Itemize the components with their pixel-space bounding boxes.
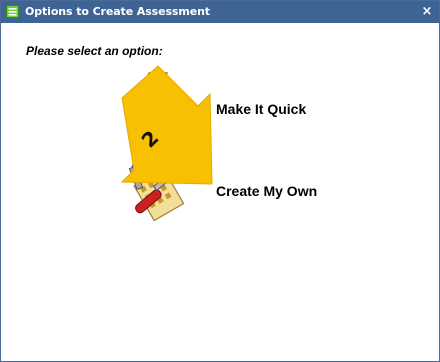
close-icon[interactable]: ×: [419, 3, 435, 21]
dialog-titlebar: Options to Create Assessment ×: [1, 1, 439, 23]
form-icon: [6, 5, 19, 18]
select-option-prompt: Please select an option:: [26, 44, 163, 58]
create-assessment-dialog: Options to Create Assessment × Please se…: [0, 0, 440, 362]
dialog-title: Options to Create Assessment: [25, 5, 210, 18]
create-my-own-option[interactable]: Create My Own: [121, 161, 341, 236]
create-my-own-label[interactable]: Create My Own: [216, 183, 317, 199]
tools-worksheet-icon: [128, 164, 185, 222]
make-it-quick-label[interactable]: Make It Quick: [216, 101, 306, 117]
